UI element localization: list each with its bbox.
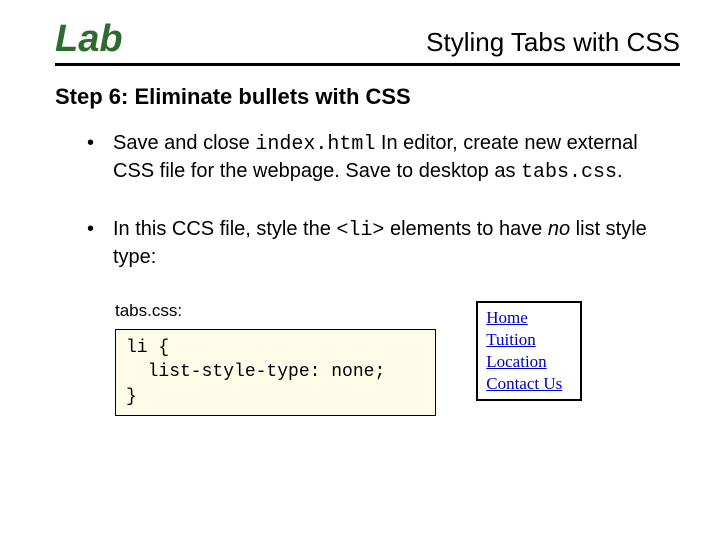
- slide-title: Styling Tabs with CSS: [426, 27, 680, 58]
- bullet-item-2: In this CCS file, style the <li> element…: [85, 216, 680, 271]
- preview-link: Tuition: [486, 329, 562, 351]
- code-box: li { list-style-type: none; }: [115, 329, 436, 416]
- code-column: tabs.css: li { list-style-type: none; }: [115, 301, 436, 416]
- em-text: no: [548, 218, 570, 240]
- slide-header: Lab Styling Tabs with CSS: [55, 18, 680, 66]
- code-filename: index.html: [255, 133, 375, 156]
- lab-label: Lab: [55, 18, 123, 61]
- preview-link: Home: [486, 307, 562, 329]
- preview-link: Location: [486, 351, 562, 373]
- text: In this CCS file, style the: [113, 218, 336, 240]
- bullet-item-1: Save and close index.html In editor, cre…: [85, 130, 680, 186]
- preview-link: Contact Us: [486, 373, 562, 395]
- step-heading: Step 6: Eliminate bullets with CSS: [55, 84, 680, 110]
- code-tag: <li>: [336, 219, 384, 242]
- text: .: [617, 160, 623, 182]
- text: Save and close: [113, 132, 255, 154]
- text: elements to have: [384, 218, 547, 240]
- links-preview-box: Home Tuition Location Contact Us: [476, 301, 582, 401]
- bullet-list: Save and close index.html In editor, cre…: [85, 130, 680, 271]
- code-label: tabs.css:: [115, 301, 436, 321]
- code-filename: tabs.css: [521, 161, 617, 184]
